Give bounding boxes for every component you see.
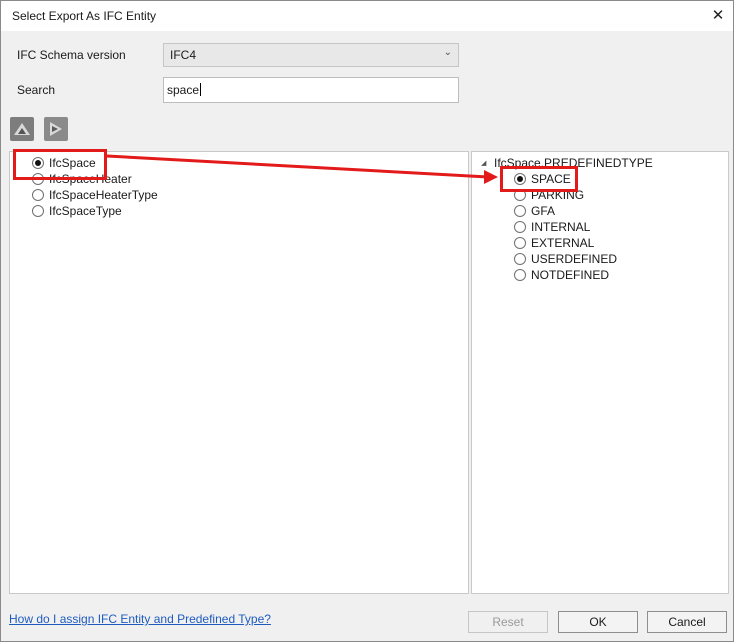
radio[interactable] [514, 253, 526, 265]
radio[interactable] [514, 237, 526, 249]
collapse-all-button[interactable] [44, 117, 68, 141]
radio-selected[interactable] [514, 173, 526, 185]
radio[interactable] [32, 189, 44, 201]
collapse-all-icon [44, 117, 68, 141]
radio[interactable] [32, 173, 44, 185]
search-input[interactable]: space [163, 77, 459, 103]
radio[interactable] [514, 205, 526, 217]
predefined-type-tree[interactable]: ◢ IfcSpace.PREDEFINEDTYPE SPACE PARKING … [471, 151, 729, 594]
expand-all-icon [10, 117, 34, 141]
tree-node-label: IfcSpace.PREDEFINEDTYPE [494, 156, 653, 170]
search-label: Search [17, 83, 56, 97]
dialog-window: Select Export As IFC Entity ✕ IFC Schema… [0, 0, 734, 642]
title-bar: Select Export As IFC Entity ✕ [1, 1, 733, 31]
close-icon[interactable]: ✕ [703, 1, 733, 31]
radio[interactable] [514, 189, 526, 201]
cancel-button[interactable]: Cancel [647, 611, 727, 633]
radio[interactable] [514, 269, 526, 281]
radio-selected[interactable] [32, 157, 44, 169]
expand-all-button[interactable] [10, 117, 34, 141]
reset-button[interactable]: Reset [468, 611, 548, 633]
radio[interactable] [32, 205, 44, 217]
radio[interactable] [514, 221, 526, 233]
schema-version-select[interactable]: IFC4 ⌄ [163, 43, 459, 67]
ok-button[interactable]: OK [558, 611, 638, 633]
schema-version-value: IFC4 [170, 48, 197, 62]
dialog-title: Select Export As IFC Entity [12, 9, 157, 23]
schema-version-label: IFC Schema version [17, 48, 126, 62]
entity-list[interactable]: IfcSpace IfcSpaceHeater IfcSpaceHeaterTy… [9, 151, 469, 594]
tree-expanded-icon[interactable]: ◢ [481, 159, 486, 167]
search-value: space [167, 83, 202, 97]
chevron-down-icon: ⌄ [443, 47, 452, 58]
help-link[interactable]: How do I assign IFC Entity and Predefine… [9, 612, 271, 626]
